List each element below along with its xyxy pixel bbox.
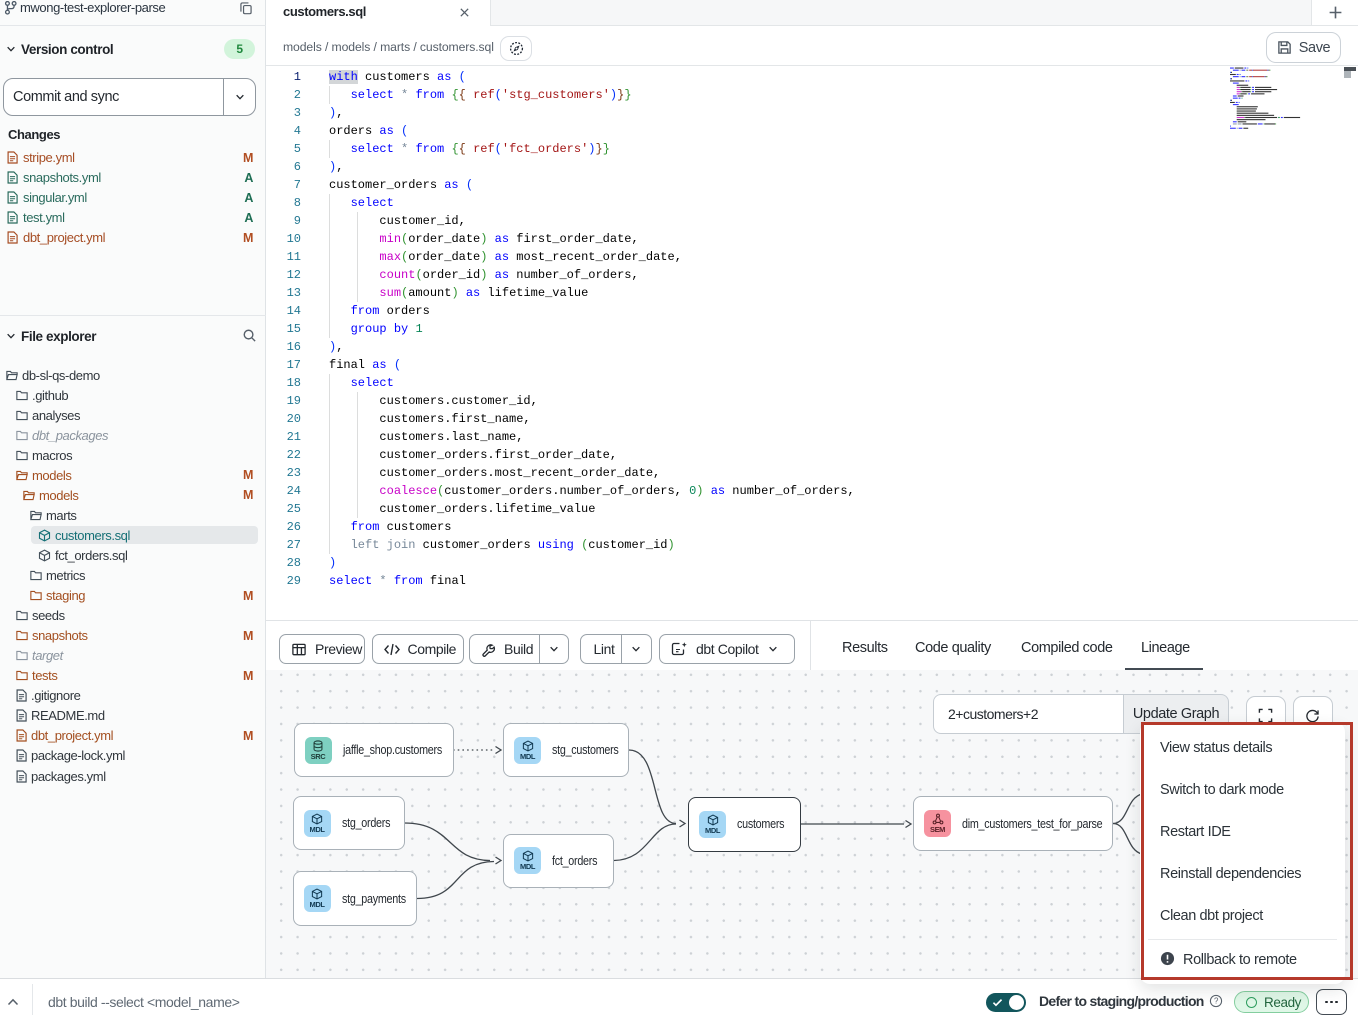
svg-text:?: ? [1214, 997, 1219, 1006]
